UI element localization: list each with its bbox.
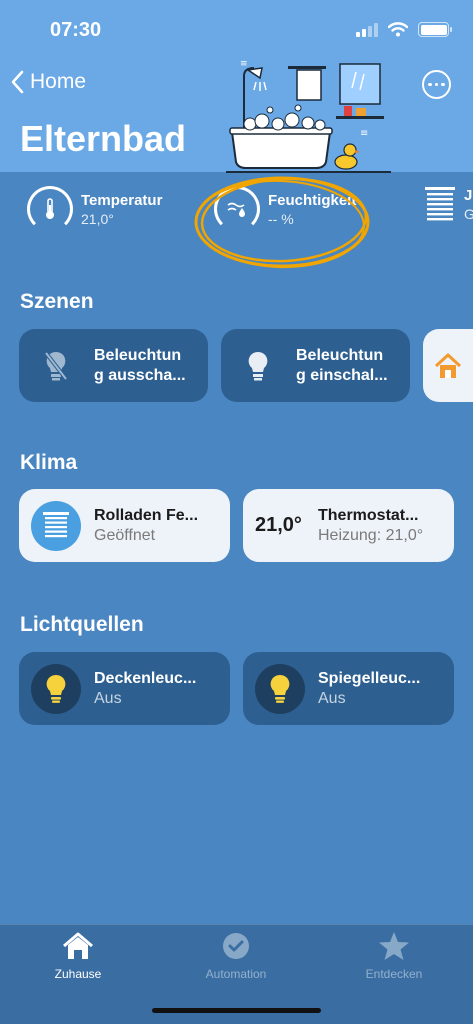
- tab-label: Automation: [205, 967, 267, 981]
- section-title-scenes: Szenen: [20, 290, 94, 313]
- thermometer-icon: [27, 186, 73, 232]
- scene-tile-lights-off[interactable]: Beleuchtun g ausscha...: [19, 329, 208, 402]
- svg-text:≡: ≡: [240, 59, 248, 69]
- section-title-climate: Klima: [20, 451, 78, 474]
- sensor-name: Temperatur: [81, 191, 163, 209]
- clock-check-icon: [223, 933, 249, 959]
- accessory-name: Deckenleuc...: [94, 669, 197, 687]
- tab-automation[interactable]: Automation: [176, 931, 296, 981]
- blinds-icon: [425, 187, 455, 221]
- home-icon: [433, 351, 463, 381]
- tab-discover[interactable]: Entdecken: [334, 931, 454, 981]
- sensor-value: G: [464, 205, 473, 222]
- tab-home[interactable]: Zuhause: [18, 931, 138, 981]
- tab-label: Entdecken: [365, 967, 423, 981]
- accessory-tile-ceiling-light[interactable]: Deckenleuc... Aus: [19, 652, 230, 725]
- bulb-off-icon: [31, 341, 81, 391]
- accessory-name: Rolladen Fe...: [94, 506, 199, 524]
- page-title: Elternbad: [20, 118, 187, 159]
- blinds-icon: [31, 500, 81, 551]
- accessory-status: Heizung: 21,0°: [318, 526, 424, 544]
- accessory-status: Geöffnet: [94, 526, 156, 544]
- accessory-name: Spiegelleuc...: [318, 669, 421, 687]
- accessory-tile-mirror-light[interactable]: Spiegelleuc... Aus: [243, 652, 454, 725]
- wifi-icon: [388, 22, 408, 37]
- battery-icon: [418, 22, 452, 37]
- section-title-lights: Lichtquellen: [20, 613, 144, 636]
- sensor-temperature[interactable]: Temperatur 21,0°: [27, 186, 162, 232]
- scene-label: Beleuchtun: [296, 346, 384, 364]
- status-time: 07:30: [50, 19, 102, 41]
- tab-label: Zuhause: [54, 967, 102, 981]
- house-icon: [63, 932, 93, 959]
- more-button[interactable]: [422, 70, 451, 99]
- highlight-annotation: [194, 176, 370, 269]
- accessory-status: Aus: [318, 689, 346, 707]
- accessory-status: Aus: [94, 689, 122, 707]
- cellular-signal-icon: [356, 22, 378, 37]
- scene-tile-home[interactable]: [423, 329, 473, 402]
- scene-label: g einschal...: [296, 366, 388, 384]
- star-icon: [379, 932, 409, 960]
- thermostat-temperature-badge: 21,0°: [255, 514, 302, 536]
- bathroom-illustration: ≡ ≡: [226, 59, 391, 173]
- scene-label: g ausscha...: [94, 366, 186, 384]
- sensor-name: J: [464, 186, 473, 204]
- lightbulb-icon: [255, 663, 305, 714]
- svg-text:≡: ≡: [360, 128, 368, 139]
- accessory-tile-blinds[interactable]: Rolladen Fe... Geöffnet: [19, 489, 230, 562]
- chevron-left-icon: [11, 70, 24, 94]
- back-button[interactable]: Home: [10, 70, 86, 94]
- sensor-blinds[interactable]: J G: [424, 186, 473, 222]
- accessory-name: Thermostat...: [318, 506, 419, 524]
- lightbulb-icon: [31, 663, 81, 714]
- status-icons: [356, 22, 452, 37]
- home-indicator: [152, 1008, 321, 1013]
- bulb-on-icon: [233, 341, 283, 391]
- scene-label: Beleuchtun: [94, 346, 182, 364]
- back-label: Home: [30, 70, 87, 93]
- scene-tile-lights-on[interactable]: Beleuchtun g einschal...: [221, 329, 410, 402]
- accessory-tile-thermostat[interactable]: 21,0° Thermostat... Heizung: 21,0°: [243, 489, 454, 562]
- sensor-value: 21,0°: [81, 210, 114, 227]
